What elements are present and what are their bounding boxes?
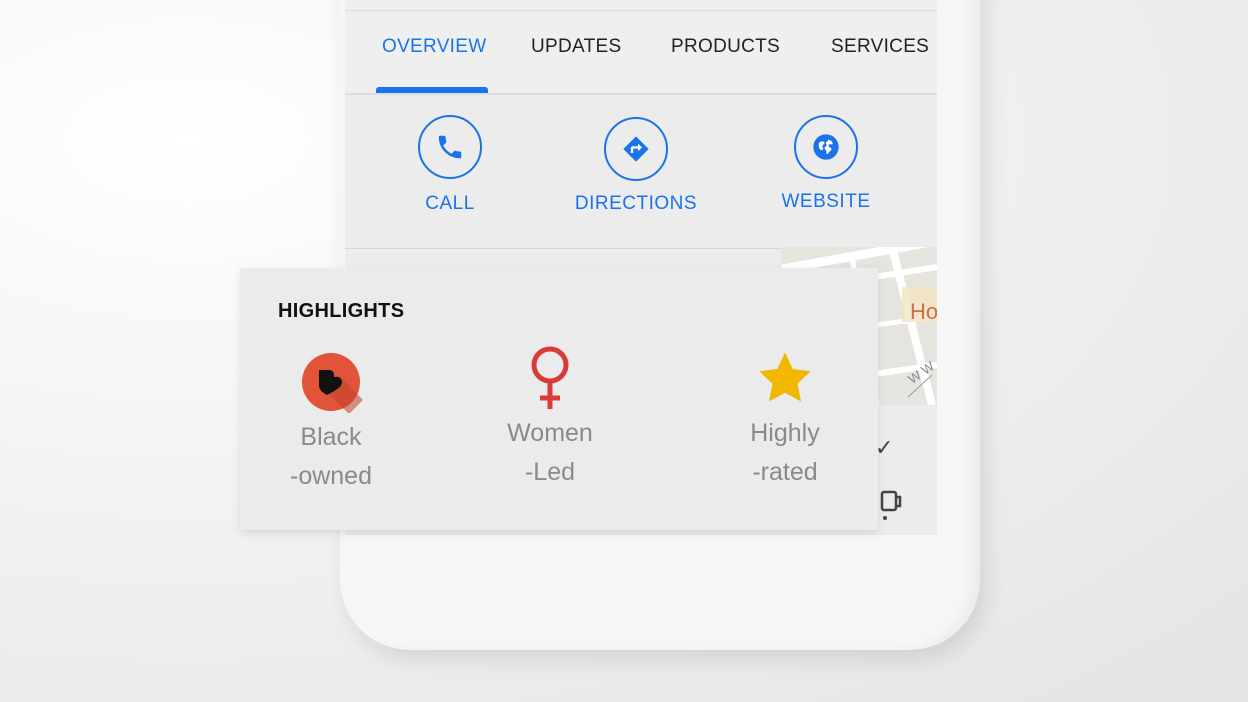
action-buttons-row: CALL DIRECTIONS WEBSITE bbox=[345, 95, 937, 249]
tab-products[interactable]: PRODUCTS bbox=[671, 36, 780, 58]
call-button[interactable]: CALL bbox=[375, 115, 525, 215]
black-owned-heart-icon bbox=[246, 346, 416, 418]
directions-icon bbox=[604, 117, 668, 181]
header-strip bbox=[345, 0, 937, 11]
highlight-line-1: Black bbox=[300, 423, 362, 451]
phone-icon bbox=[418, 115, 482, 179]
highlight-line-1: Women bbox=[507, 419, 593, 447]
globe-icon bbox=[794, 115, 858, 179]
website-button[interactable]: WEBSITE bbox=[751, 115, 901, 213]
tab-updates[interactable]: UPDATES bbox=[531, 36, 621, 58]
highlights-title: HIGHLIGHTS bbox=[278, 300, 405, 322]
highlight-black-owned: Black -owned bbox=[246, 346, 416, 496]
highlight-women-led: Women -Led bbox=[465, 342, 635, 492]
map-place-label: Ho bbox=[910, 299, 937, 324]
highlight-line-2: -owned bbox=[290, 462, 372, 490]
active-tab-indicator bbox=[376, 87, 488, 93]
tab-services[interactable]: SERVICES bbox=[831, 36, 929, 58]
highlights-card: HIGHLIGHTS Black -owned Women -Led Highl… bbox=[240, 268, 878, 530]
tab-overview[interactable]: OVERVIEW bbox=[382, 36, 486, 58]
highlight-line-1: Highly bbox=[750, 419, 820, 447]
menu-icon bbox=[877, 489, 903, 528]
highlight-highly-rated: Highly -rated bbox=[700, 342, 870, 492]
highlight-line-2: -rated bbox=[752, 458, 818, 486]
website-label: WEBSITE bbox=[781, 191, 871, 212]
female-symbol-icon bbox=[465, 342, 635, 414]
tab-bar: OVERVIEW UPDATES PRODUCTS SERVICES bbox=[345, 11, 937, 95]
star-icon bbox=[700, 342, 870, 414]
highlight-line-2: -Led bbox=[524, 458, 576, 486]
call-label: CALL bbox=[425, 193, 475, 214]
directions-label: DIRECTIONS bbox=[574, 193, 698, 214]
directions-button[interactable]: DIRECTIONS bbox=[561, 117, 711, 215]
